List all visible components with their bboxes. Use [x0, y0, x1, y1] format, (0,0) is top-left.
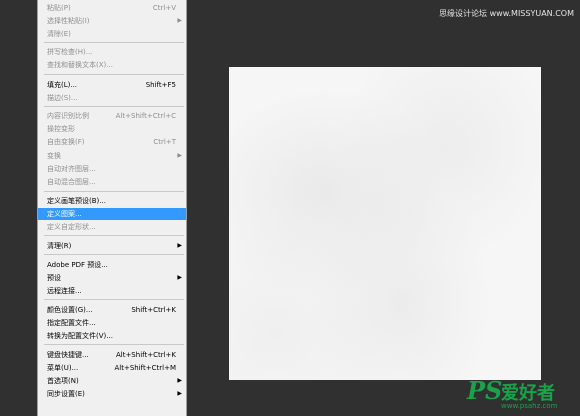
- menu-item-shortcut: Ctrl+V: [152, 4, 176, 12]
- menu-separator: [44, 42, 184, 43]
- menu-item-label: 内容识别比例: [47, 112, 89, 120]
- menu-item-define-pattern[interactable]: 定义图案...: [38, 208, 186, 220]
- menu-item-fill[interactable]: 填充(L)... Shift+F5: [38, 79, 186, 91]
- menu-item-paste-special[interactable]: 选择性粘贴(I) ▶: [38, 15, 186, 27]
- menu-item-preferences[interactable]: 首选项(N) ▶: [38, 375, 186, 387]
- submenu-arrow-icon: ▶: [177, 152, 182, 159]
- submenu-arrow-icon: ▶: [177, 17, 182, 24]
- menu-item-stroke[interactable]: 描边(S)...: [38, 92, 186, 104]
- menu-item-label: 键盘快捷键...: [47, 351, 89, 359]
- menu-item-label: 清理(R): [47, 242, 72, 250]
- menu-item-label: 拼写检查(H)...: [47, 48, 93, 56]
- menu-item-label: 描边(S)...: [47, 94, 78, 102]
- menu-item-label: 预设: [47, 274, 61, 282]
- submenu-arrow-icon: ▶: [177, 242, 182, 249]
- menu-item-label: 定义图案...: [47, 210, 82, 218]
- menu-item-label: 自动混合图层...: [47, 178, 96, 186]
- edit-menu: 粘贴(P) Ctrl+V 选择性粘贴(I) ▶ 清除(E) 拼写检查(H)...…: [37, 0, 187, 416]
- logo-ps: PS: [467, 376, 503, 405]
- menu-item-label: 粘贴(P): [47, 4, 71, 12]
- menu-item-shortcut: Alt+Shift+Ctrl+C: [115, 112, 176, 120]
- menu-item-label: 填充(L)...: [47, 81, 78, 89]
- menu-item-convert-profile[interactable]: 转换为配置文件(V)...: [38, 330, 186, 342]
- menu-item-label: 首选项(N): [47, 377, 79, 385]
- menu-item-label: 自由变换(F): [47, 138, 85, 146]
- menu-item-label: 转换为配置文件(V)...: [47, 332, 113, 340]
- menu-item-label: 同步设置(E): [47, 390, 85, 398]
- menu-item-label: 选择性粘贴(I): [47, 17, 90, 25]
- menu-item-define-brush[interactable]: 定义画笔预设(B)...: [38, 195, 186, 207]
- menu-item-purge[interactable]: 清理(R) ▶: [38, 240, 186, 252]
- menu-separator: [44, 235, 184, 236]
- menu-item-content-aware-scale[interactable]: 内容识别比例 Alt+Shift+Ctrl+C: [38, 110, 186, 122]
- menu-item-presets[interactable]: 预设 ▶: [38, 272, 186, 284]
- menu-item-label: 指定配置文件...: [47, 319, 96, 327]
- menu-separator: [44, 254, 184, 255]
- menu-item-puppet-warp[interactable]: 操控变形: [38, 123, 186, 135]
- menu-item-label: 查找和替换文本(X)...: [47, 61, 113, 69]
- menu-item-shortcut: Shift+F5: [145, 81, 176, 89]
- menu-item-shortcut: Alt+Shift+Ctrl+M: [114, 364, 176, 372]
- document-canvas[interactable]: [229, 67, 541, 380]
- menu-separator: [44, 191, 184, 192]
- submenu-arrow-icon: ▶: [177, 274, 182, 281]
- menu-item-auto-align[interactable]: 自动对齐图层...: [38, 163, 186, 175]
- menu-item-label: 清除(E): [47, 30, 71, 38]
- menu-item-keyboard-shortcuts[interactable]: 键盘快捷键... Alt+Shift+Ctrl+K: [38, 349, 186, 361]
- menu-item-menus[interactable]: 菜单(U)... Alt+Shift+Ctrl+M: [38, 362, 186, 374]
- menu-item-define-shape[interactable]: 定义自定形状...: [38, 221, 186, 233]
- menu-item-paste[interactable]: 粘贴(P) Ctrl+V: [38, 2, 186, 14]
- menu-item-shortcut: Shift+Ctrl+K: [131, 306, 176, 314]
- site-logo: PS 爱好者 www.psahz.com: [467, 376, 575, 412]
- submenu-arrow-icon: ▶: [177, 377, 182, 384]
- menu-item-auto-blend[interactable]: 自动混合图层...: [38, 176, 186, 188]
- menu-item-label: 菜单(U)...: [47, 364, 79, 372]
- menu-item-transform[interactable]: 变换 ▶: [38, 150, 186, 162]
- menu-item-free-transform[interactable]: 自由变换(F) Ctrl+T: [38, 136, 186, 148]
- menu-item-label: 远程连接...: [47, 287, 82, 295]
- menu-separator: [44, 106, 184, 107]
- menu-item-assign-profile[interactable]: 指定配置文件...: [38, 317, 186, 329]
- menu-item-label: 定义自定形状...: [47, 223, 96, 231]
- menu-item-pdf-presets[interactable]: Adobe PDF 预设...: [38, 259, 186, 271]
- menu-item-label: 定义画笔预设(B)...: [47, 197, 106, 205]
- menu-item-sync-settings[interactable]: 同步设置(E) ▶: [38, 388, 186, 400]
- menu-item-color-settings[interactable]: 颜色设置(G)... Shift+Ctrl+K: [38, 304, 186, 316]
- menu-item-label: 操控变形: [47, 125, 75, 133]
- menu-item-find-replace[interactable]: 查找和替换文本(X)...: [38, 59, 186, 71]
- menu-item-clear[interactable]: 清除(E): [38, 28, 186, 40]
- watermark-text: 思缘设计论坛 www.MISSYUAN.COM: [439, 9, 574, 18]
- logo-url: www.psahz.com: [501, 402, 558, 410]
- menu-item-remote-connections[interactable]: 远程连接...: [38, 285, 186, 297]
- menu-separator: [44, 299, 184, 300]
- submenu-arrow-icon: ▶: [177, 390, 182, 397]
- menu-item-label: 自动对齐图层...: [47, 165, 96, 173]
- menu-separator: [44, 74, 184, 75]
- menu-item-label: Adobe PDF 预设...: [47, 261, 108, 269]
- menu-item-spell-check[interactable]: 拼写检查(H)...: [38, 46, 186, 58]
- menu-separator: [44, 344, 184, 345]
- menu-item-label: 颜色设置(G)...: [47, 306, 93, 314]
- menu-item-label: 变换: [47, 152, 61, 160]
- menu-item-shortcut: Alt+Shift+Ctrl+K: [115, 351, 176, 359]
- menu-item-shortcut: Ctrl+T: [153, 138, 176, 146]
